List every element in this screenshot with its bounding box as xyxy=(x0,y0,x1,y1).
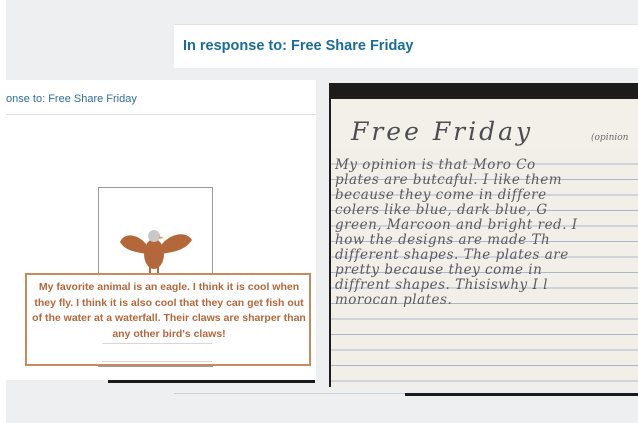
note-line: how the designs are made Th xyxy=(335,232,551,248)
post-image-left[interactable]: onse to: Free Share Friday My favorite a… xyxy=(6,80,316,380)
note-line: because they come in differe xyxy=(335,187,547,203)
caption-underline xyxy=(102,361,212,362)
response-title[interactable]: In response to: Free Share Friday xyxy=(183,38,413,54)
caption-box: My favorite animal is an eagle. I think … xyxy=(25,273,311,366)
note-line: morocan plates. xyxy=(335,292,453,308)
note-line: colers like blue, dark blue, G xyxy=(335,202,548,218)
note-line: diffrent shapes. Thisiswhy I l xyxy=(335,277,548,293)
divider xyxy=(6,114,316,115)
image-bottom-bar-right xyxy=(405,393,638,396)
post-heading: onse to: Free Share Friday xyxy=(6,93,137,105)
note-tag: (opinion xyxy=(591,133,629,143)
response-header-card: In response to: Free Share Friday xyxy=(174,24,638,68)
note-line: pretty because they come in xyxy=(335,262,543,278)
caption-underline xyxy=(102,343,212,344)
note-line: My opinion is that Moro Co xyxy=(335,157,536,173)
caption-text: My favorite animal is an eagle. I think … xyxy=(32,281,306,340)
note-line: different shapes. The plates are xyxy=(335,247,569,263)
note-title: Free Friday xyxy=(351,117,534,146)
handwritten-note-photo[interactable]: Free Friday (opinion My opinion is that … xyxy=(329,83,638,387)
note-line: green, Marcoon and bright red. I xyxy=(335,217,578,233)
image-bottom-bar xyxy=(108,380,315,383)
note-line: plates are butcaful. I like them xyxy=(335,172,563,188)
